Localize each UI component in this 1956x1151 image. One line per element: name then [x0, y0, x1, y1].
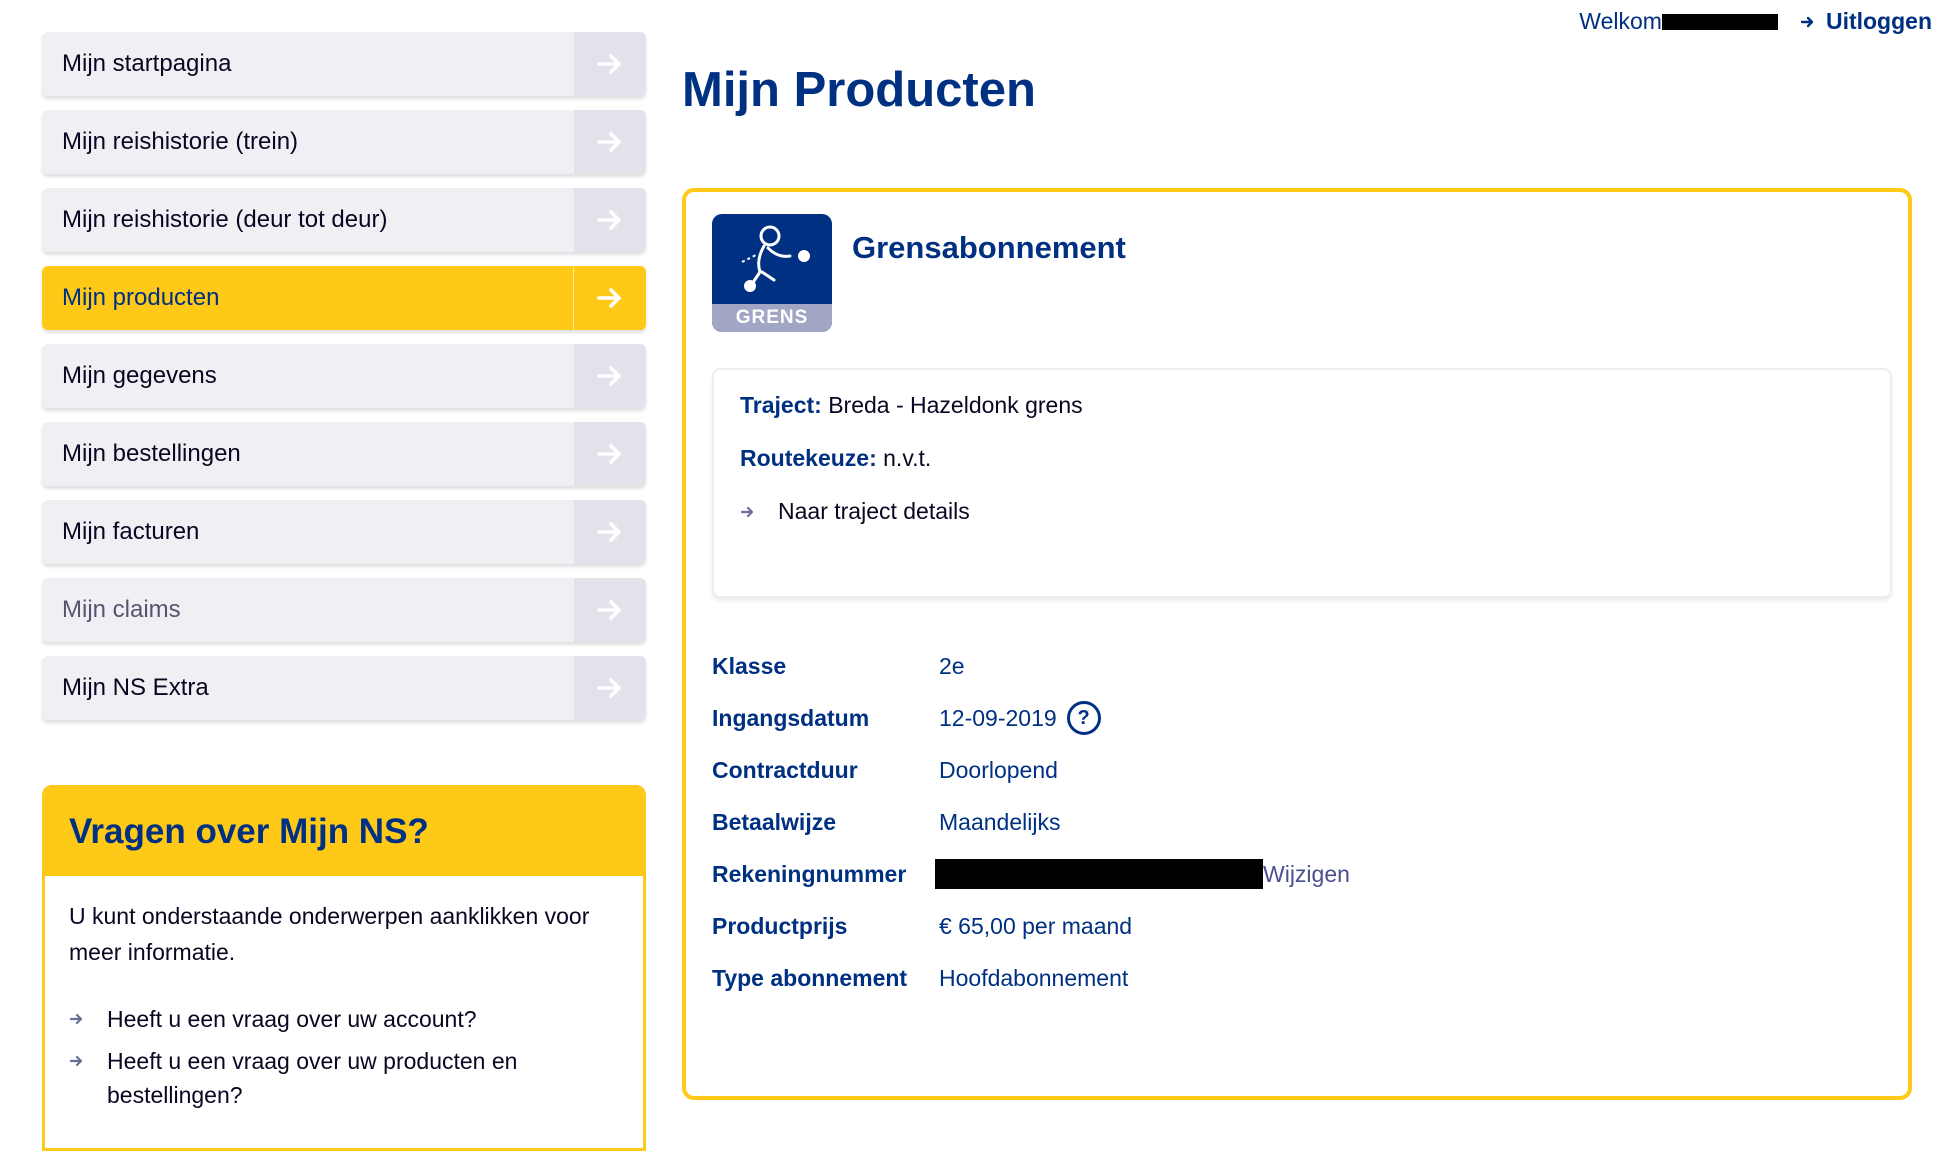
detail-row-betaalwijze: Betaalwijze Maandelijks — [712, 796, 1350, 848]
help-panel: Vragen over Mijn NS? U kunt onderstaande… — [42, 785, 646, 1151]
sidebar-nav: Mijn startpagina Mijn reishistorie (trei… — [42, 32, 646, 734]
detail-label: Productprijs — [712, 912, 848, 939]
logo-label: GRENS — [712, 304, 832, 332]
arrow-right-icon — [574, 110, 646, 174]
detail-row-contractduur: Contractduur Doorlopend — [712, 744, 1350, 796]
sidebar-item-label: Mijn bestellingen — [62, 440, 241, 467]
welcome-text: Welkom — [1579, 8, 1778, 35]
sidebar-item-reishistorie-trein[interactable]: Mijn reishistorie (trein) — [42, 110, 646, 174]
help-question-icon[interactable]: ? — [1066, 701, 1101, 735]
logout-link[interactable]: Uitloggen — [1800, 8, 1932, 35]
sidebar-item-label: Mijn startpagina — [62, 50, 232, 77]
detail-label: Klasse — [712, 652, 787, 679]
detail-row-productprijs: Productprijs € 65,00 per maand — [712, 900, 1350, 952]
sidebar-item-reishistorie-deur[interactable]: Mijn reishistorie (deur tot deur) — [42, 188, 646, 252]
sidebar-item-gegevens[interactable]: Mijn gegevens — [42, 344, 646, 408]
detail-value: Doorlopend — [939, 756, 1058, 783]
arrow-right-icon — [740, 506, 754, 517]
detail-row-klasse: Klasse 2e — [712, 640, 1350, 692]
detail-label: Type abonnement — [712, 964, 908, 991]
detail-row-type: Type abonnement Hoofdabonnement — [712, 952, 1350, 1004]
help-link-label: Heeft u een vraag over uw account? — [107, 1006, 477, 1032]
detail-row-rekeningnummer: Rekeningnummer Wijzigen — [712, 848, 1350, 900]
detail-value: Hoofdabonnement — [939, 964, 1129, 991]
sidebar-item-label: Mijn reishistorie (deur tot deur) — [62, 206, 388, 233]
arrow-right-icon — [69, 1013, 83, 1025]
traject-row: Traject: Breda - Hazeldonk grens — [740, 392, 1864, 419]
detail-value: 2e — [939, 652, 965, 679]
wijzigen-link[interactable]: Wijzigen — [1263, 861, 1350, 888]
detail-label: Contractduur — [712, 756, 858, 783]
detail-value-wrap: 12-09-2019 ? — [939, 701, 1101, 735]
routekeuze-value: n.v.t. — [883, 445, 932, 471]
help-link-list: Heeft u een vraag over uw account? Heeft… — [69, 1002, 619, 1112]
arrow-right-icon — [573, 266, 646, 330]
help-link-label: Heeft u een vraag over uw producten en b… — [107, 1048, 518, 1108]
arrow-right-icon — [1800, 16, 1814, 27]
product-name: Grensabonnement — [852, 230, 1126, 265]
route-info-box: Traject: Breda - Hazeldonk grens Routeke… — [712, 368, 1892, 598]
arrow-right-icon — [574, 578, 646, 642]
page-title: Mijn Producten — [682, 63, 1036, 117]
sidebar-item-label: Mijn NS Extra — [62, 674, 209, 701]
redacted-username — [1661, 13, 1778, 30]
detail-value-wrap: Wijzigen — [935, 859, 1350, 889]
detail-label: Rekeningnummer — [712, 860, 907, 887]
sidebar-item-label: Mijn facturen — [62, 518, 200, 545]
arrow-right-icon — [574, 32, 646, 96]
arrow-right-icon — [69, 1055, 83, 1067]
product-card: GRENS Grensabonnement Traject: Breda - H… — [682, 188, 1912, 1100]
sidebar-item-startpagina[interactable]: Mijn startpagina — [42, 32, 646, 96]
redacted-account-number — [935, 859, 1263, 889]
child-figure-icon — [741, 225, 810, 292]
sidebar-item-label: Mijn producten — [62, 284, 220, 311]
detail-value: € 65,00 per maand — [939, 912, 1133, 939]
arrow-right-icon — [574, 188, 646, 252]
arrow-right-icon — [574, 656, 646, 720]
traject-details-label: Naar traject details — [778, 498, 970, 524]
help-link-producten[interactable]: Heeft u een vraag over uw producten en b… — [69, 1044, 619, 1112]
routekeuze-row: Routekeuze: n.v.t. — [740, 445, 1864, 472]
detail-row-ingangsdatum: Ingangsdatum 12-09-2019 ? — [712, 692, 1350, 744]
sidebar-item-producten[interactable]: Mijn producten — [42, 266, 646, 330]
sidebar-item-label: Mijn claims — [62, 596, 181, 623]
logout-label: Uitloggen — [1825, 8, 1932, 34]
detail-label: Betaalwijze — [712, 808, 836, 835]
detail-value: Maandelijks — [939, 808, 1061, 835]
arrow-right-icon — [574, 422, 646, 486]
help-title: Vragen over Mijn NS? — [45, 788, 643, 876]
sidebar-item-label: Mijn gegevens — [62, 362, 217, 389]
routekeuze-label: Routekeuze: — [740, 445, 877, 471]
help-link-account[interactable]: Heeft u een vraag over uw account? — [69, 1002, 619, 1036]
sidebar-item-bestellingen[interactable]: Mijn bestellingen — [42, 422, 646, 486]
arrow-right-icon — [574, 344, 646, 408]
product-details: Klasse 2e Ingangsdatum 12-09-2019 ? Cont… — [712, 640, 1350, 1004]
sidebar-item-facturen[interactable]: Mijn facturen — [42, 500, 646, 564]
grens-logo: GRENS — [712, 214, 832, 332]
detail-label: Ingangsdatum — [712, 704, 870, 731]
account-bar: Welkom Uitloggen — [1579, 8, 1932, 35]
sidebar-item-ns-extra[interactable]: Mijn NS Extra — [42, 656, 646, 720]
sidebar-item-label: Mijn reishistorie (trein) — [62, 128, 299, 155]
help-intro: U kunt onderstaande onderwerpen aanklikk… — [69, 903, 590, 965]
welcome-prefix: Welkom — [1579, 8, 1662, 34]
detail-value: 12-09-2019 — [939, 704, 1057, 731]
traject-label: Traject: — [740, 392, 822, 418]
arrow-right-icon — [574, 500, 646, 564]
traject-value: Breda - Hazeldonk grens — [828, 392, 1083, 418]
sidebar-item-claims[interactable]: Mijn claims — [42, 578, 646, 642]
traject-details-link[interactable]: Naar traject details — [740, 498, 1864, 525]
